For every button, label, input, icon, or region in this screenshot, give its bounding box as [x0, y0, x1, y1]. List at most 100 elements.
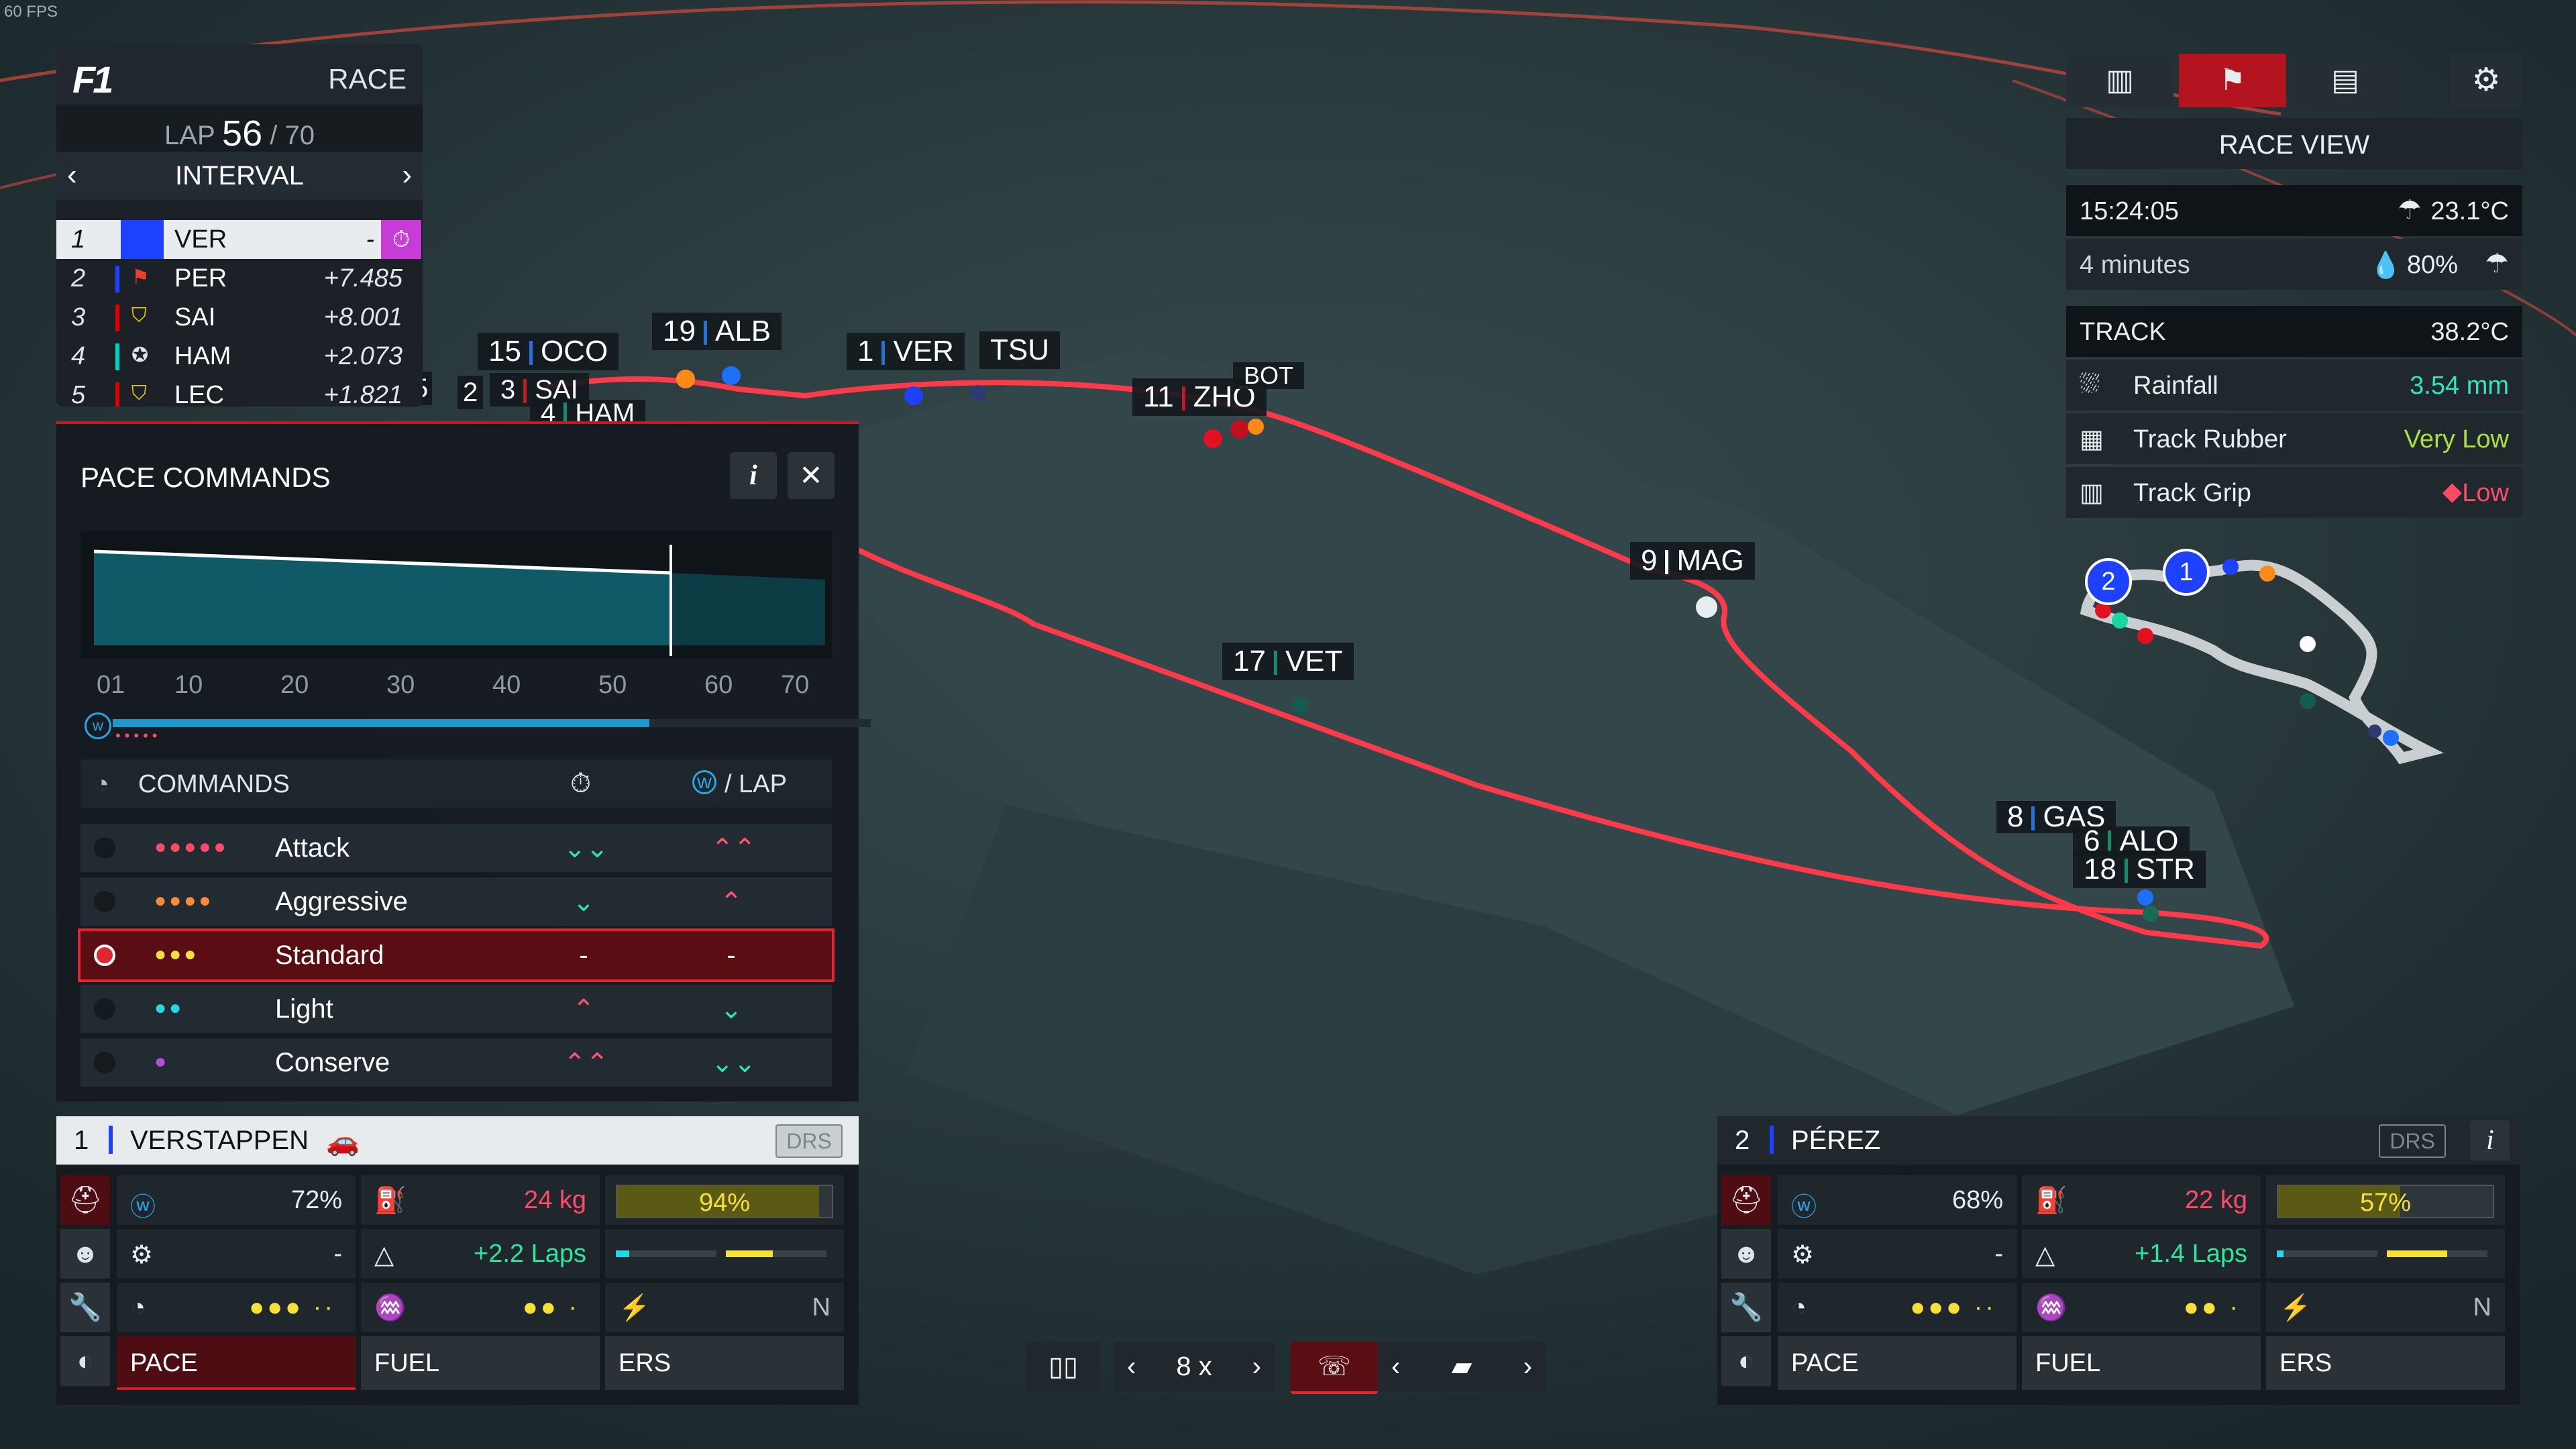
standings-row[interactable]: 3 ⛉ SAI +8.001	[56, 298, 423, 337]
map-tag[interactable]: 4 HAM	[530, 400, 646, 427]
map-tag[interactable]: BOT	[1233, 362, 1305, 389]
axis-tick: 40	[492, 671, 521, 699]
map-tag[interactable]: 17 VET	[1222, 643, 1354, 680]
lap-current: 56	[222, 113, 263, 154]
standings-row[interactable]: 4 ✪ HAM +2.073	[56, 337, 423, 376]
stopwatch-icon: ⏱	[570, 769, 592, 798]
radio-button[interactable]	[94, 837, 115, 859]
tab-ers[interactable]: ERS	[605, 1336, 844, 1390]
fuel-mix-icon: ♒	[2035, 1294, 2068, 1322]
axis-tick: 10	[174, 671, 203, 699]
pace-commands-panel: PACE COMMANDS i ✕ 01 10 20 30 40 50 60 7…	[56, 421, 871, 1102]
droplet-icon: 💧	[2369, 252, 2402, 280]
command-standard[interactable]: ●●● Standard - -	[78, 928, 835, 982]
ers-progress	[113, 719, 871, 727]
axis-tick: 50	[598, 671, 627, 699]
delta-icon: △	[374, 1241, 394, 1269]
info-button[interactable]: i	[2470, 1120, 2510, 1161]
pause-button[interactable]: ▯▯	[1026, 1342, 1100, 1391]
speed-control: ‹ 8 x ›	[1114, 1342, 1275, 1391]
standings-row[interactable]: 1 VER - ⏱	[56, 220, 421, 259]
session-label: RACE	[328, 63, 407, 95]
commands-header: ◔ COMMANDS ⏱ w / LAP	[80, 759, 832, 808]
team-logo: ⚑	[131, 266, 150, 288]
ers-mode-cell: ⚡ N	[2266, 1283, 2505, 1332]
chevron-right-icon[interactable]: ›	[1523, 1342, 1532, 1391]
lightning-icon: ⚡	[619, 1294, 651, 1322]
driver-header[interactable]: 1 VERSTAPPEN 🚗 DRS	[56, 1116, 859, 1165]
chevrons-down-icon: ⌄⌄	[564, 834, 609, 863]
radio-button-selected[interactable]	[94, 945, 115, 966]
command-conserve[interactable]: ● Conserve ⌃⌃ ⌄⌄	[80, 1038, 832, 1087]
chevron-right-icon[interactable]: ›	[402, 158, 412, 192]
speed-value: 8 x	[1176, 1352, 1212, 1381]
command-aggressive[interactable]: ●●●● Aggressive ⌄ ⌃	[80, 877, 832, 926]
map-tag[interactable]: 1 VER	[847, 333, 965, 370]
race-header: F1 RACE	[56, 44, 423, 105]
wrench-icon[interactable]: 🔧	[1721, 1283, 1771, 1332]
standings-row[interactable]: 5 ⛉ LEC +1.821	[56, 376, 423, 407]
radio-button[interactable]	[94, 1052, 115, 1073]
driver-header[interactable]: 2 PÉREZ DRS i	[1717, 1116, 2520, 1165]
map-tag[interactable]: 15 OCO	[478, 333, 619, 370]
driver-icon[interactable]: ☻	[1721, 1229, 1771, 1279]
warning-icon: ◆	[2442, 478, 2462, 506]
close-button[interactable]: ✕	[788, 452, 835, 499]
minimap-marker[interactable]: 1	[2163, 549, 2210, 596]
compare-icon[interactable]: ▤	[2292, 54, 2399, 107]
chevron-up-icon: ⌃	[572, 995, 595, 1024]
bar-chart-icon[interactable]: ▥	[2066, 54, 2174, 107]
pace-gauge-icon[interactable]: ◐	[1721, 1336, 1771, 1386]
team-color-bar	[115, 266, 119, 292]
gear-icon[interactable]: ⚙	[2450, 54, 2522, 107]
map-tag[interactable]: 19 ALB	[652, 313, 782, 350]
axis-tick: 60	[704, 671, 733, 699]
wrench-icon[interactable]: 🔧	[60, 1283, 110, 1332]
map-tag[interactable]: TSU	[979, 331, 1060, 369]
chevron-up-icon: ⌃	[720, 888, 743, 917]
wear-cell: ⚙ -	[1778, 1229, 2017, 1279]
rubber-row: ▦ Track Rubber Very Low	[2066, 413, 2522, 464]
map-tag[interactable]: 2	[458, 376, 484, 409]
chevron-left-icon[interactable]: ‹	[1391, 1342, 1400, 1391]
radio-button[interactable]	[94, 891, 115, 912]
tab-ers[interactable]: ERS	[2266, 1336, 2505, 1390]
helmet-icon[interactable]: ⛑	[1721, 1175, 1771, 1225]
standings-row[interactable]: 2 ⚑ PER +7.485	[56, 259, 423, 298]
drs-indicator: DRS	[775, 1124, 843, 1158]
ers-deploy-cell	[2266, 1229, 2505, 1279]
flag-icon[interactable]: ⚑	[2179, 54, 2286, 107]
chevron-right-icon[interactable]: ›	[1252, 1342, 1261, 1391]
tyre-bar: 94%	[616, 1185, 833, 1218]
team-color-bar	[1770, 1126, 1774, 1154]
chevron-left-icon[interactable]: ‹	[1127, 1342, 1136, 1391]
team-color-bar	[115, 382, 119, 407]
lap-counter: LAP 56 / 70	[56, 105, 423, 154]
helmet-icon[interactable]: ⛑	[60, 1175, 110, 1225]
tab-pace[interactable]: PACE	[1778, 1336, 2017, 1390]
radio-button[interactable]	[94, 998, 115, 1020]
tyre-wear-icon: ⚙	[130, 1241, 154, 1269]
ers-cell: ⓦ 72%	[117, 1175, 356, 1225]
wear-cell: ⚙ -	[117, 1229, 356, 1279]
race-view-panel: ▥ ⚑ ▤ ⚙ RACE VIEW 15:24:05 ☂ 23.1°C 4 mi…	[2066, 54, 2522, 518]
fuel-dots: ●● ·	[522, 1293, 580, 1322]
command-light[interactable]: ●● Light ⌃ ⌄	[80, 985, 832, 1033]
drs-indicator: DRS	[2379, 1124, 2446, 1158]
pace-gauge-icon[interactable]: ◐	[60, 1336, 110, 1386]
fuel-mix-cell: ♒ ●● ·	[361, 1283, 600, 1332]
radio-button[interactable]: ☏	[1291, 1342, 1378, 1394]
driver-icon[interactable]: ☻	[60, 1229, 110, 1279]
tab-fuel[interactable]: FUEL	[361, 1336, 600, 1390]
info-button[interactable]: i	[730, 452, 777, 499]
map-tag[interactable]: 9 MAG	[1630, 542, 1755, 580]
driver-panel-right: 2 PÉREZ DRS i ⛑ ☻ 🔧 ◐ ⓦ 68% ⛽ 22 kg 57% …	[1717, 1116, 2520, 1405]
minimap-marker[interactable]: 2	[2085, 558, 2132, 605]
map-tag[interactable]: 18 STR	[2073, 851, 2206, 888]
pace-dots: •••••	[115, 727, 162, 744]
tab-fuel[interactable]: FUEL	[2022, 1336, 2261, 1390]
gauge-icon: ◔	[94, 770, 109, 798]
command-attack[interactable]: ●●●●● Attack ⌄⌄ ⌃⌃	[80, 824, 832, 872]
tab-pace[interactable]: PACE	[117, 1336, 356, 1390]
time-row: 15:24:05 ☂ 23.1°C	[2066, 185, 2522, 236]
